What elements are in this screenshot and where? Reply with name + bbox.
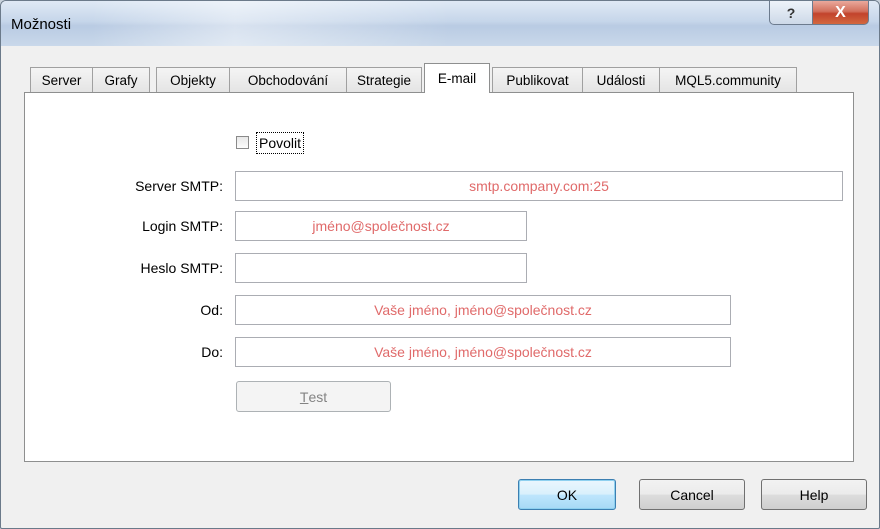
test-button[interactable]: Test	[236, 381, 391, 412]
smtp-password-input[interactable]	[235, 253, 527, 283]
smtp-server-input[interactable]	[235, 171, 843, 201]
smtp-login-label: Login SMTP:	[142, 218, 223, 234]
tab-obchodovani[interactable]: Obchodování	[229, 67, 347, 92]
to-input[interactable]	[235, 337, 731, 367]
title-bar[interactable]: Možnosti ? X	[1, 1, 879, 46]
window-title: Možnosti	[11, 16, 72, 33]
smtp-login-input[interactable]	[235, 211, 527, 241]
tab-strategie[interactable]: Strategie	[346, 67, 422, 92]
smtp-password-label: Heslo SMTP:	[140, 260, 223, 276]
help-button[interactable]: Help	[761, 479, 867, 510]
enable-label[interactable]: Povolit	[256, 132, 305, 154]
tab-mql5-community[interactable]: MQL5.community	[659, 67, 797, 92]
cancel-button[interactable]: Cancel	[639, 479, 745, 510]
close-icon[interactable]: X	[812, 1, 869, 25]
tab-objekty[interactable]: Objekty	[156, 67, 230, 92]
enable-checkbox[interactable]	[236, 136, 249, 149]
ok-button[interactable]: OK	[518, 479, 616, 510]
tab-udalosti[interactable]: Události	[582, 67, 660, 92]
options-dialog: Možnosti ? X Server Grafy Objekty Obchod…	[0, 0, 880, 529]
test-button-accel: T	[299, 388, 309, 405]
tab-server[interactable]: Server	[30, 67, 93, 92]
tab-grafy[interactable]: Grafy	[92, 67, 150, 92]
from-label: Od:	[200, 302, 223, 318]
tab-email[interactable]: E-mail	[424, 63, 490, 93]
smtp-server-label: Server SMTP:	[135, 178, 223, 194]
from-input[interactable]	[235, 295, 731, 325]
to-label: Do:	[201, 344, 223, 360]
help-icon[interactable]: ?	[769, 1, 813, 25]
test-button-label: est	[308, 388, 328, 405]
tab-publikovat[interactable]: Publikovat	[492, 67, 583, 92]
